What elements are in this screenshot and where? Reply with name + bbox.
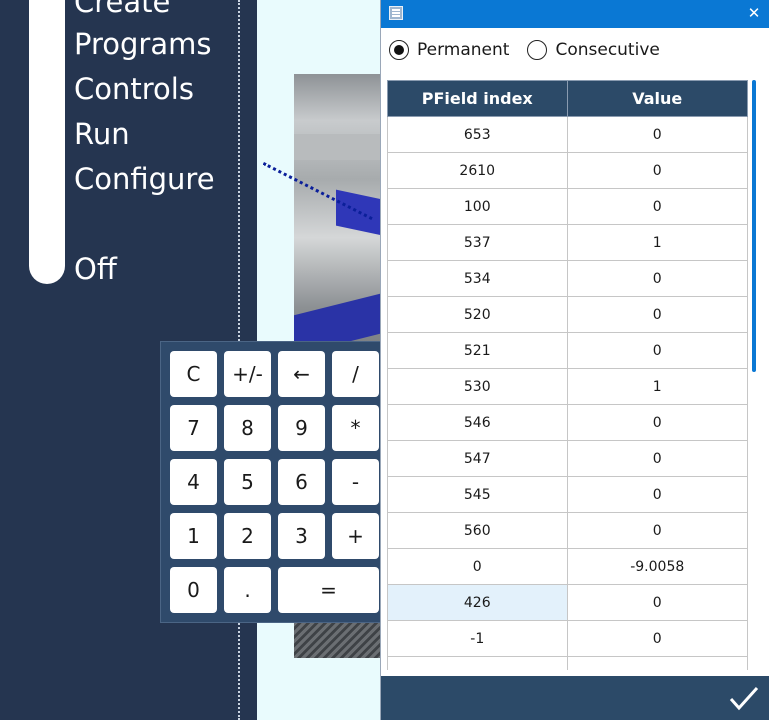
- cell-value[interactable]: 0: [566, 584, 748, 621]
- key-2[interactable]: 2: [224, 513, 271, 559]
- cell-pfield-index[interactable]: 100: [387, 188, 568, 225]
- key-minus[interactable]: -: [332, 459, 379, 505]
- table-row[interactable]: 520 0: [387, 296, 748, 333]
- cell-pfield-index[interactable]: 653: [387, 116, 568, 153]
- cell-value[interactable]: 0: [566, 620, 748, 657]
- menu-item-controls[interactable]: Controls: [74, 71, 194, 107]
- table-row[interactable]: 100 0: [387, 188, 748, 225]
- key-divide[interactable]: /: [332, 351, 379, 397]
- cell-value[interactable]: 0: [566, 296, 748, 333]
- menu-item-run[interactable]: Run: [74, 116, 130, 152]
- cell-pfield-index[interactable]: 534: [387, 260, 568, 297]
- key-3[interactable]: 3: [278, 513, 325, 559]
- cell-value[interactable]: 1: [566, 368, 748, 405]
- cell-pfield-index[interactable]: 537: [387, 224, 568, 261]
- table-row[interactable]: 547 0: [387, 440, 748, 477]
- table-row[interactable]: 537 1: [387, 224, 748, 261]
- cell-pfield-index[interactable]: 547: [387, 440, 568, 477]
- cell-value[interactable]: 0: [566, 116, 748, 153]
- key-0[interactable]: 0: [170, 567, 217, 613]
- radio-permanent[interactable]: Permanent: [389, 40, 509, 60]
- machine-shelf: [294, 134, 384, 160]
- table-row[interactable]: -1 0: [387, 620, 748, 657]
- column-header-value[interactable]: Value: [566, 80, 748, 117]
- key-1[interactable]: 1: [170, 513, 217, 559]
- cell-value[interactable]: -9.0058: [566, 548, 748, 585]
- close-button[interactable]: ✕: [744, 3, 764, 23]
- key-equals[interactable]: =: [278, 567, 379, 613]
- table-row[interactable]: 530 1: [387, 368, 748, 405]
- cell-value[interactable]: 0: [566, 512, 748, 549]
- checkmark-icon: [729, 686, 759, 711]
- cell-pfield-index[interactable]: 426: [387, 584, 568, 621]
- key-8[interactable]: 8: [224, 405, 271, 451]
- menu-item-programs[interactable]: Programs: [74, 26, 211, 62]
- cell-pfield-index[interactable]: 2610: [387, 152, 568, 189]
- cell-value[interactable]: 0: [566, 260, 748, 297]
- pfield-table-container: PField index Value 653 0 2610 0 100 0 537 1 534 0…: [387, 80, 750, 670]
- close-icon: ✕: [747, 4, 761, 22]
- cell-value[interactable]: 1: [566, 224, 748, 261]
- key-decimal[interactable]: .: [224, 567, 271, 613]
- key-9[interactable]: 9: [278, 405, 325, 451]
- cell-pfield-index[interactable]: 530: [387, 368, 568, 405]
- table-row[interactable]: 2610 0: [387, 152, 748, 189]
- cell-pfield-index[interactable]: 521: [387, 332, 568, 369]
- key-sign[interactable]: +/-: [224, 351, 271, 397]
- table-row[interactable]: 521 0: [387, 332, 748, 369]
- window-icon: [389, 6, 403, 20]
- dialog-footer: [381, 676, 769, 720]
- radio-consecutive-label: Consecutive: [555, 40, 660, 60]
- cell-value[interactable]: 0: [566, 152, 748, 189]
- radio-consecutive-indicator[interactable]: [527, 40, 548, 60]
- table-scrollbar[interactable]: [752, 80, 756, 372]
- cell-pfield-index[interactable]: 546: [387, 404, 568, 441]
- mode-radio-group: Permanent Consecutive: [389, 38, 678, 62]
- table-row[interactable]: 653 0: [387, 116, 748, 153]
- table-header-row: PField index Value: [387, 80, 748, 117]
- radio-consecutive[interactable]: Consecutive: [527, 40, 660, 60]
- cell-pfield-index[interactable]: 0: [387, 548, 568, 585]
- table-row[interactable]: 545 0: [387, 476, 748, 513]
- key-plus[interactable]: +: [332, 513, 379, 559]
- pfield-dialog: ✕ Permanent Consecutive PField index Val…: [380, 0, 769, 720]
- table-row[interactable]: 560 0: [387, 512, 748, 549]
- cell-value[interactable]: 0: [566, 440, 748, 477]
- key-clear[interactable]: C: [170, 351, 217, 397]
- cell-pfield-index[interactable]: 545: [387, 476, 568, 513]
- cell-pfield-index[interactable]: -1: [387, 620, 568, 657]
- cell-value[interactable]: [566, 656, 748, 670]
- pfield-table: PField index Value 653 0 2610 0 100 0 537 1 534 0…: [387, 80, 748, 670]
- menu-item-off[interactable]: Off: [74, 251, 117, 287]
- table-row[interactable]: 426 0: [387, 584, 748, 621]
- key-5[interactable]: 5: [224, 459, 271, 505]
- table-row[interactable]: [387, 656, 748, 670]
- cell-pfield-index[interactable]: [387, 656, 568, 670]
- cell-value[interactable]: 0: [566, 476, 748, 513]
- cell-value[interactable]: 0: [566, 332, 748, 369]
- menu-item-create[interactable]: Create: [74, 0, 170, 20]
- numeric-keypad: C +/- ← / 7 8 9 * 4 5 6 - 1 2 3 + 0 . =: [160, 341, 389, 623]
- key-4[interactable]: 4: [170, 459, 217, 505]
- key-7[interactable]: 7: [170, 405, 217, 451]
- radio-permanent-label: Permanent: [417, 40, 510, 60]
- cell-value[interactable]: 0: [566, 188, 748, 225]
- column-header-pfield-index[interactable]: PField index: [387, 80, 568, 117]
- menu-item-configure[interactable]: Configure: [74, 161, 215, 197]
- active-menu-indicator: [29, 0, 65, 284]
- cell-value[interactable]: 0: [566, 404, 748, 441]
- key-multiply[interactable]: *: [332, 405, 379, 451]
- key-6[interactable]: 6: [278, 459, 325, 505]
- cell-pfield-index[interactable]: 520: [387, 296, 568, 333]
- key-backspace[interactable]: ←: [278, 351, 325, 397]
- table-row[interactable]: 534 0: [387, 260, 748, 297]
- table-row[interactable]: 0 -9.0058: [387, 548, 748, 585]
- radio-permanent-indicator[interactable]: [389, 40, 409, 60]
- cell-pfield-index[interactable]: 560: [387, 512, 568, 549]
- confirm-button[interactable]: [726, 680, 762, 716]
- dialog-titlebar[interactable]: ✕: [381, 0, 769, 28]
- table-row[interactable]: 546 0: [387, 404, 748, 441]
